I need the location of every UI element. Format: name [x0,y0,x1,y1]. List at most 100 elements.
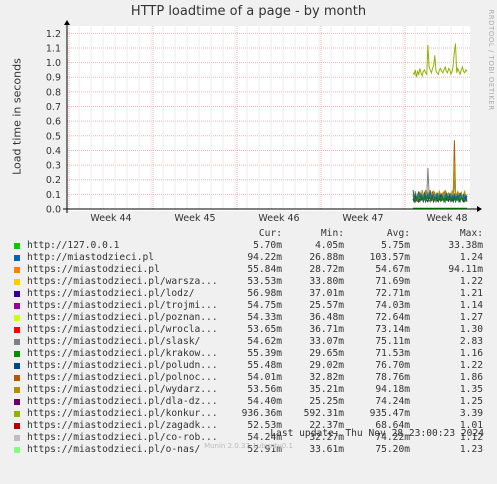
header-max: Max: [459,228,483,239]
legend-avg: 94.18m [375,384,410,395]
legend-min: 26.88m [309,252,344,263]
y-tick-label: 0.7 [46,102,61,113]
legend-series-name: https://miastodzieci.pl/zagadk... [27,420,218,431]
legend-row: http://miastodzieci.pl 94.22m 26.88m 103.57… [12,252,492,264]
y-tick-label: 1.1 [46,43,61,54]
legend-max: 1.21 [459,288,483,299]
legend-row: https://miastodzieci.pl 55.84m 28.72m 54.67… [12,264,492,276]
legend-swatch [14,315,20,321]
last-update: Last update: Thu Nov 28 23:00:23 2024 [270,428,484,439]
legend-min: 29.02m [309,360,344,371]
legend-max: 1.22 [459,360,483,371]
legend-cur: 56.98m [247,288,282,299]
legend-swatch [14,351,20,357]
header-cur: Cur: [258,228,282,239]
legend-min: 25.25m [309,396,344,407]
legend-avg: 73.14m [375,324,410,335]
legend-max: 1.22 [459,276,483,287]
legend-series-name: https://miastodzieci.pl/slask/ [27,336,201,347]
y-tick-label: 0.3 [46,161,61,172]
legend-cur: 54.62m [247,336,282,347]
legend-series-name: https://miastodzieci.pl/trojmi... [27,300,218,311]
legend-row: https://miastodzieci.pl/konkur... 936.36m… [12,408,492,420]
legend-row: https://miastodzieci.pl/krakow... 55.39m 2… [12,348,492,360]
legend-avg: 5.75m [381,240,410,251]
legend-avg: 74.03m [375,300,410,311]
legend-swatch [14,411,20,417]
legend-row: https://miastodzieci.pl/trojmi... 54.75m 2… [12,300,492,312]
legend-swatch [14,399,20,405]
header-min: Min: [320,228,344,239]
legend-min: 592.31m [303,408,344,419]
legend-cur: 55.84m [247,264,282,275]
legend-min: 33.80m [309,276,344,287]
y-tick-label: 0.6 [46,117,61,128]
legend-row: https://miastodzieci.pl/wrocla... 53.65m 3… [12,324,492,336]
legend-swatch [14,279,20,285]
legend-series-name: https://miastodzieci.pl/poludn... [27,360,218,371]
legend-cur: 936.36m [241,408,282,419]
y-tick-label: 0.4 [46,146,61,157]
legend-min: 33.07m [309,336,344,347]
legend-cur: 55.39m [247,348,282,359]
y-tick-label: 0.9 [46,73,61,84]
legend-series-name: http://127.0.0.1 [27,240,120,251]
legend-min: 25.57m [309,300,344,311]
x-tick-label: Week 46 [258,213,299,224]
x-tick-label: Week 47 [342,213,383,224]
legend-series-name: https://miastodzieci.pl/polnoc... [27,372,218,383]
legend-max: 1.27 [459,312,483,323]
legend-avg: 76.70m [375,360,410,371]
legend-avg: 75.11m [375,336,410,347]
legend-min: 28.72m [309,264,344,275]
legend-row: https://miastodzieci.pl/polnoc... 54.01m 3… [12,372,492,384]
line-chart: 0.00.10.20.30.40.50.60.70.80.91.01.11.2 … [46,20,482,224]
legend-swatch [14,291,20,297]
x-axis-arrow [477,206,482,212]
x-tick-label: Week 48 [426,213,467,224]
y-tick-label: 1.0 [46,58,61,69]
legend-max: 2.83 [459,336,483,347]
legend-cur: 55.48m [247,360,282,371]
header-avg: Avg: [386,228,410,239]
legend-max: 3.39 [459,408,483,419]
legend-min: 29.65m [309,348,344,359]
legend-min: 32.82m [309,372,344,383]
legend-swatch [14,243,20,249]
legend-series-name: https://miastodzieci.pl/wydarz... [27,384,218,395]
legend-avg: 71.69m [375,276,410,287]
y-tick-label: 0.1 [46,190,61,201]
legend-series-name: https://miastodzieci.pl/konkur... [27,408,218,419]
legend-swatch [14,435,20,441]
legend-swatch [14,387,20,393]
legend-avg: 72.64m [375,312,410,323]
legend-max: 1.25 [459,396,483,407]
legend-max: 1.24 [459,252,483,263]
legend-cur: 54.33m [247,312,282,323]
legend-min: 36.71m [309,324,344,335]
legend-max: 1.16 [459,348,483,359]
legend-cur: 5.70m [253,240,282,251]
legend-cur: 54.01m [247,372,282,383]
legend-swatch [14,267,20,273]
legend-series-name: https://miastodzieci.pl/krakow... [27,348,218,359]
legend-row: https://miastodzieci.pl/warsza... 53.53m 3… [12,276,492,288]
legend-cur: 54.75m [247,300,282,311]
legend-swatch [14,339,20,345]
legend-row: https://miastodzieci.pl/wydarz... 53.56m 3… [12,384,492,396]
legend-max: 1.35 [459,384,483,395]
legend-max: 1.30 [459,324,483,335]
legend-cur: 53.53m [247,276,282,287]
legend-row: https://miastodzieci.pl/poludn... 55.48m 2… [12,360,492,372]
legend-swatch [14,375,20,381]
legend-cur: 53.65m [247,324,282,335]
legend-min: 35.21m [309,384,344,395]
legend-max: 1.86 [459,372,483,383]
legend-table: Cur: Min: Avg: Max: http://127.0.0.1 5.70… [12,228,492,456]
y-axis-arrow [64,20,70,25]
legend-min: 4.05m [315,240,344,251]
legend-series-name: https://miastodzieci.pl/warsza... [27,276,218,287]
y-tick-label: 0.2 [46,175,61,186]
y-axis-ticks: 0.0 0.1 0.2 0.3 0.4 0.5 0.6 0.7 0.8 0.9 1.0 1.1 1.2 [46,29,61,216]
y-tick-label: 0.5 [46,131,61,142]
